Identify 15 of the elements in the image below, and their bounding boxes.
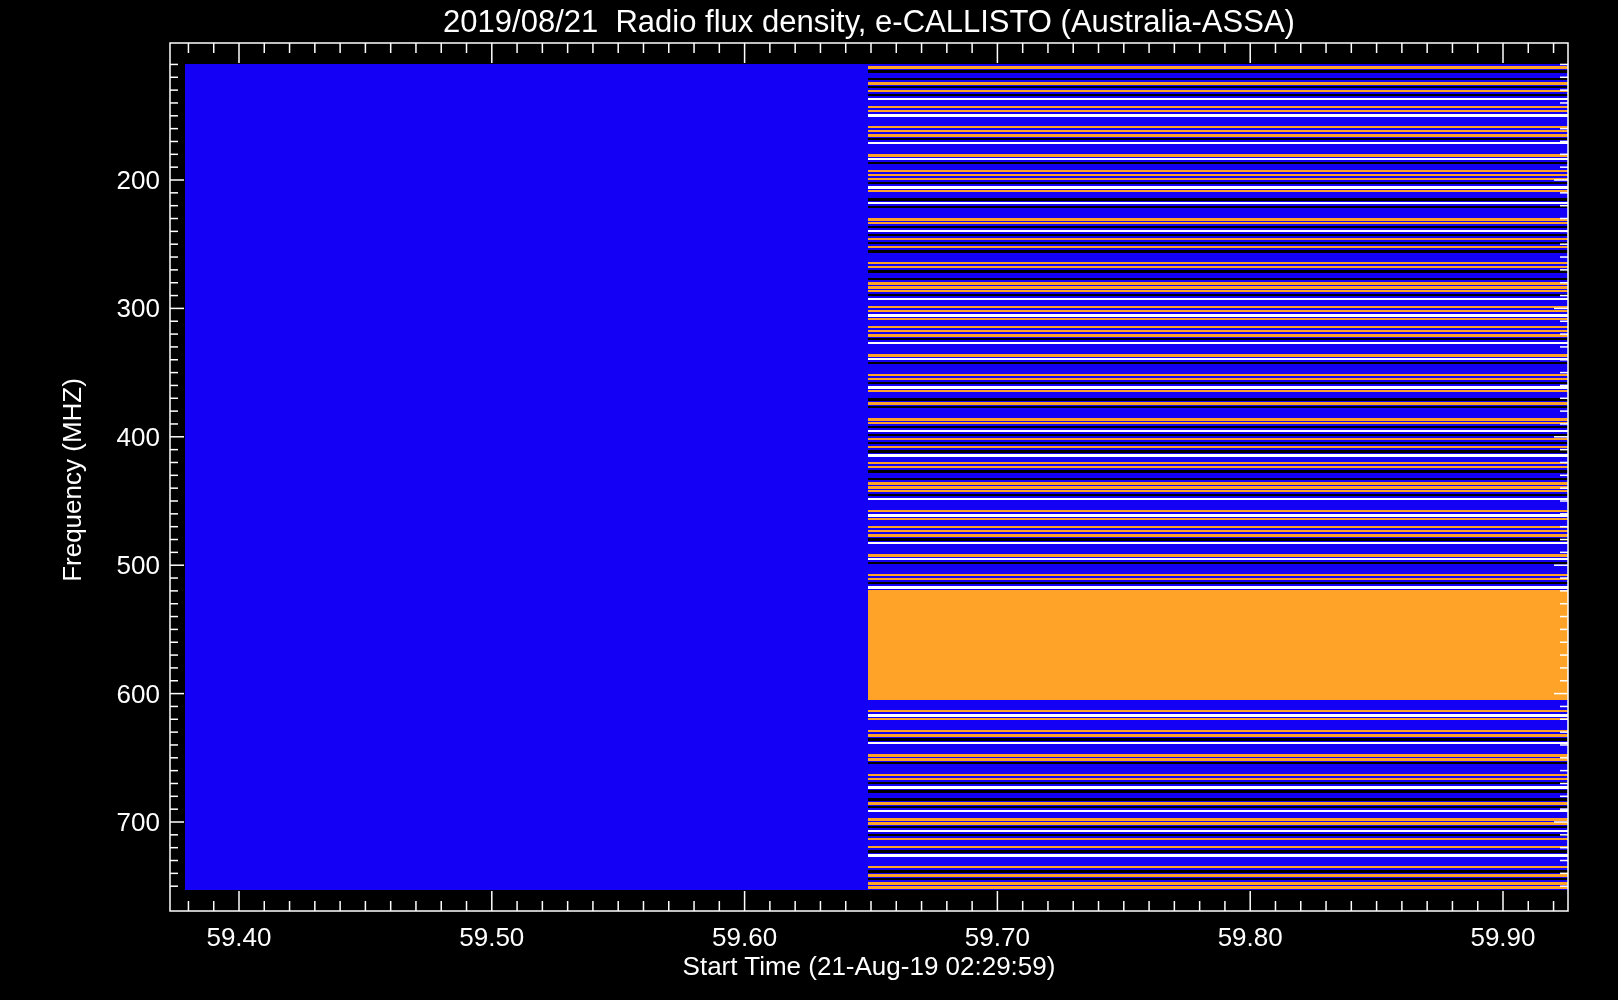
y-tick-label: 400 [116, 421, 160, 452]
x-tick-label: 59.80 [1217, 922, 1283, 952]
x-tick-label: 59.50 [459, 922, 525, 952]
x-tick-label: 59.90 [1470, 922, 1536, 952]
y-axis-label: Frequency (MHZ) [57, 378, 87, 582]
x-tick-label: 59.70 [964, 922, 1030, 952]
y-tick-label: 300 [116, 293, 160, 324]
x-axis-label: Start Time (21-Aug-19 02:29:59) [682, 951, 1056, 981]
y-tick-label: 600 [116, 678, 160, 709]
y-tick-label: 700 [116, 807, 160, 837]
y-tick-label: 200 [116, 165, 160, 195]
x-tick-label: 59.60 [712, 922, 778, 952]
chart-title: 2019/08/21 Radio flux density, e-CALLISTO (Australia-ASSA) [443, 4, 1295, 39]
x-tick-label: 59.40 [206, 922, 272, 952]
y-tick-label: 500 [116, 550, 160, 581]
